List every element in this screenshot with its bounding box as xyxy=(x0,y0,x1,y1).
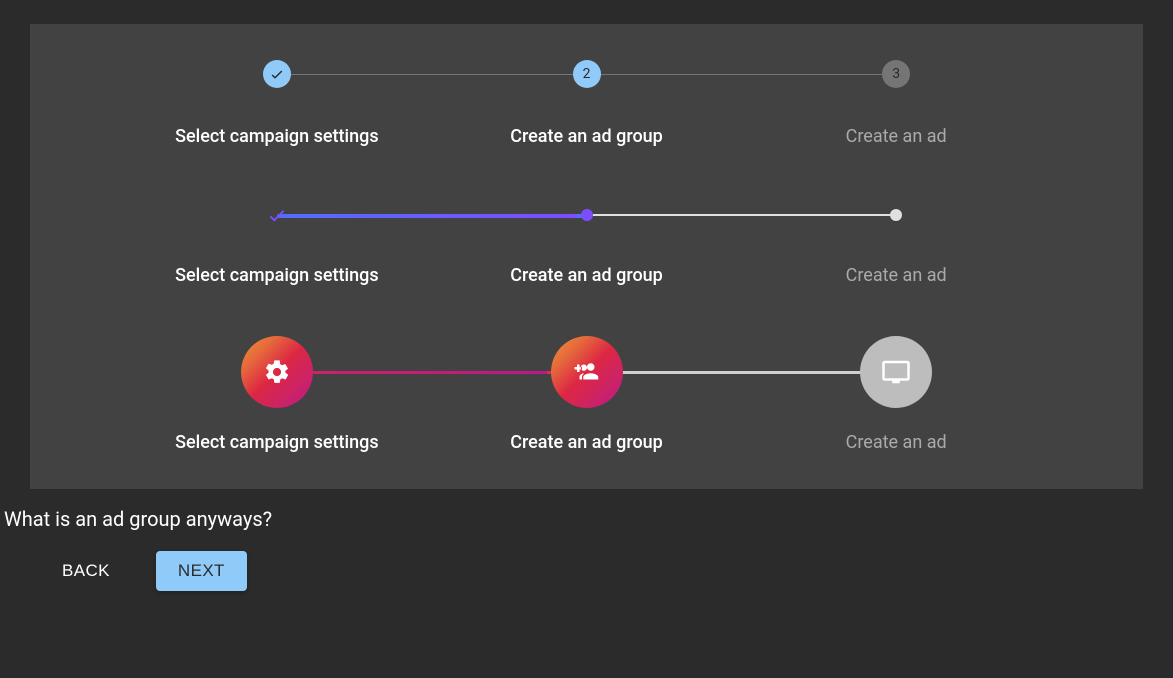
connector xyxy=(587,371,857,374)
step-label: Create an ad group xyxy=(510,265,663,286)
back-button[interactable]: BACK xyxy=(40,551,132,591)
step-label: Select campaign settings xyxy=(175,265,378,286)
connector xyxy=(277,74,567,75)
connector xyxy=(587,214,887,216)
step-number: 2 xyxy=(583,66,591,82)
stepper-row-dots: Select campaign settings Create an ad gr… xyxy=(122,207,1051,286)
check-icon xyxy=(266,204,288,226)
monitor-icon xyxy=(860,336,932,408)
step-3[interactable]: 3 Create an ad xyxy=(741,60,1051,147)
step-2[interactable]: Create an ad group xyxy=(432,207,742,286)
step-number: 3 xyxy=(892,66,900,82)
step-3[interactable]: Create an ad xyxy=(741,336,1051,453)
step-1[interactable]: Select campaign settings xyxy=(122,207,432,286)
stepper-card: Select campaign settings 2 Create an ad … xyxy=(30,24,1143,489)
check-icon xyxy=(263,60,291,88)
step-label: Create an ad group xyxy=(510,432,663,453)
question-text: What is an ad group anyways? xyxy=(4,507,1173,531)
next-button[interactable]: NEXT xyxy=(156,551,247,591)
step-number-icon: 3 xyxy=(882,60,910,88)
connector-active xyxy=(277,214,577,218)
step-label: Create an ad xyxy=(846,432,947,453)
add-group-icon xyxy=(551,336,623,408)
step-label: Select campaign settings xyxy=(175,126,378,147)
step-1[interactable]: Select campaign settings xyxy=(122,336,432,453)
connector-gradient xyxy=(277,371,547,374)
dot-icon xyxy=(890,209,902,221)
step-label: Select campaign settings xyxy=(175,432,378,453)
button-row: BACK NEXT xyxy=(40,551,1173,591)
stepper-row-default: Select campaign settings 2 Create an ad … xyxy=(122,60,1051,147)
dot-icon xyxy=(581,209,593,221)
connector xyxy=(587,74,877,75)
stepper-row-icons: Select campaign settings Create an ad gr… xyxy=(122,336,1051,453)
step-label: Create an ad xyxy=(846,126,947,147)
step-3[interactable]: Create an ad xyxy=(741,207,1051,286)
gear-icon xyxy=(241,336,313,408)
step-label: Create an ad group xyxy=(510,126,663,147)
step-label: Create an ad xyxy=(846,265,947,286)
step-number-icon: 2 xyxy=(573,60,601,88)
step-2[interactable]: Create an ad group xyxy=(432,336,742,453)
